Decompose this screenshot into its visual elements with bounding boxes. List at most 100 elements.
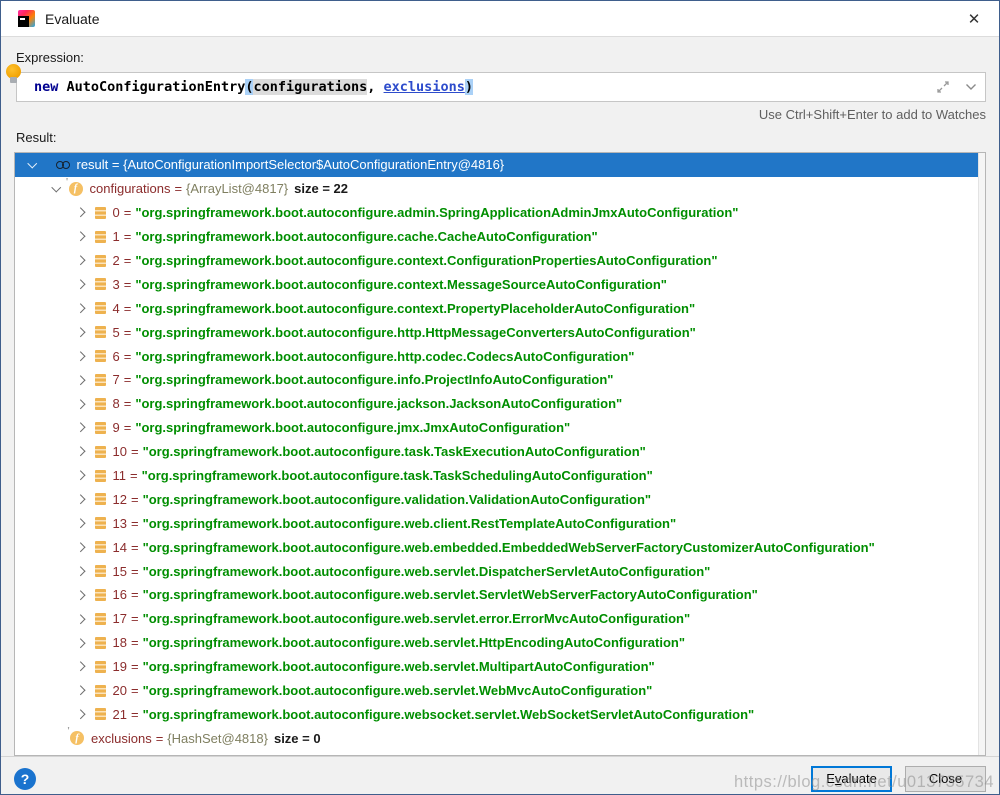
tree-item-row[interactable]: 19 = "org.springframework.boot.autoconfi… [15, 655, 978, 679]
item-value: "org.springframework.boot.autoconfigure.… [135, 229, 598, 245]
watch-result-icon [55, 160, 70, 169]
tree-item-row[interactable]: 21 = "org.springframework.boot.autoconfi… [15, 702, 978, 726]
tree-item-row[interactable]: 6 = "org.springframework.boot.autoconfig… [15, 344, 978, 368]
tree-item-row[interactable]: 8 = "org.springframework.boot.autoconfig… [15, 392, 978, 416]
tree-item-row[interactable]: 20 = "org.springframework.boot.autoconfi… [15, 679, 978, 703]
item-index: 4 [112, 300, 120, 316]
tree-item-row[interactable]: 10 = "org.springframework.boot.autoconfi… [15, 440, 978, 464]
item-index: 0 [112, 205, 120, 221]
array-element-icon [94, 445, 106, 458]
tree-item-row[interactable]: 4 = "org.springframework.boot.autoconfig… [15, 296, 978, 320]
tree-row-exclusions[interactable]: f exclusions = {HashSet@4818} size = 0 [15, 725, 978, 750]
chevron-right-icon[interactable] [75, 494, 85, 505]
item-index: 19 [112, 659, 127, 675]
tree-item-row[interactable]: 18 = "org.springframework.boot.autoconfi… [15, 631, 978, 655]
expr-class-name: AutoConfigurationEntry [66, 79, 246, 95]
expr-arg-exclusions[interactable]: exclusions [384, 79, 465, 95]
equals-sign: = [130, 515, 139, 531]
chevron-right-icon[interactable] [75, 375, 85, 385]
item-index: 6 [112, 348, 120, 364]
equals-sign: = [123, 300, 132, 316]
title-bar: Evaluate ✕ [1, 1, 999, 37]
tree-item-row[interactable]: 14 = "org.springframework.boot.autoconfi… [15, 535, 978, 559]
watches-hint: Use Ctrl+Shift+Enter to add to Watches [758, 107, 986, 122]
array-element-icon [94, 588, 106, 601]
chevron-right-icon[interactable] [75, 542, 85, 552]
array-element-icon [94, 302, 106, 315]
chevron-right-icon[interactable] [75, 685, 85, 696]
item-value: "org.springframework.boot.autoconfigure.… [135, 396, 623, 412]
item-index: 7 [112, 372, 120, 388]
chevron-right-icon[interactable] [75, 518, 85, 528]
equals-sign: = [123, 324, 132, 340]
tree-item-row[interactable]: 0 = "org.springframework.boot.autoconfig… [15, 201, 978, 225]
chevron-right-icon[interactable] [75, 208, 85, 218]
tree-item-row[interactable]: 1 = "org.springframework.boot.autoconfig… [15, 225, 978, 249]
field-size: size = 22 [294, 181, 348, 197]
chevron-right-icon[interactable] [75, 709, 85, 720]
array-element-icon [94, 660, 106, 673]
tree-item-row[interactable]: 3 = "org.springframework.boot.autoconfig… [15, 272, 978, 296]
expr-keyword: new [34, 79, 59, 95]
item-value: "org.springframework.boot.autoconfigure.… [142, 491, 652, 507]
tree-item-row[interactable]: 5 = "org.springframework.boot.autoconfig… [15, 320, 978, 344]
chevron-right-icon[interactable] [75, 447, 85, 457]
field-name: exclusions [91, 730, 152, 746]
chevron-down-icon[interactable] [51, 182, 61, 192]
field-size: size = 0 [273, 730, 321, 746]
help-icon[interactable]: ? [14, 767, 36, 790]
equals-sign: = [123, 205, 132, 221]
chevron-right-icon[interactable] [75, 279, 85, 289]
chevron-right-icon[interactable] [75, 327, 85, 337]
chevron-down-icon[interactable] [27, 158, 37, 169]
expand-editor-icon[interactable] [937, 81, 949, 93]
array-element-icon [94, 469, 106, 482]
array-element-icon [94, 326, 106, 339]
history-dropdown-icon[interactable] [965, 83, 977, 91]
tree-item-row[interactable]: 13 = "org.springframework.boot.autoconfi… [15, 511, 978, 535]
window-close-icon[interactable]: ✕ [959, 5, 989, 33]
chevron-right-icon[interactable] [75, 470, 85, 481]
evaluate-button[interactable]: Ev aluate [811, 765, 892, 792]
array-element-icon [94, 636, 106, 649]
item-index: 17 [112, 611, 127, 627]
tree-row-result[interactable]: result = {AutoConfigurationImportSelecto… [15, 153, 978, 177]
item-index: 18 [112, 635, 127, 651]
chevron-right-icon[interactable] [75, 590, 85, 600]
tree-item-row[interactable]: 15 = "org.springframework.boot.autoconfi… [15, 559, 978, 583]
tree-row-configurations[interactable]: f configurations = {ArrayList@4817} size… [15, 176, 978, 201]
item-value: "org.springframework.boot.autoconfigure.… [142, 706, 755, 722]
tree-item-row[interactable]: 11 = "org.springframework.boot.autoconfi… [15, 464, 978, 488]
equals-sign: = [123, 396, 132, 412]
tree-item-row[interactable]: 16 = "org.springframework.boot.autoconfi… [15, 583, 978, 607]
tree-scrollbar[interactable] [978, 153, 985, 755]
close-button[interactable]: Close [905, 765, 986, 792]
chevron-right-icon[interactable] [75, 423, 85, 433]
chevron-right-icon[interactable] [75, 614, 85, 624]
tree-item-row[interactable]: 7 = "org.springframework.boot.autoconfig… [15, 368, 978, 392]
expr-space [58, 79, 66, 95]
tree-item-row[interactable]: 17 = "org.springframework.boot.autoconfi… [15, 607, 978, 631]
expr-close-paren: ) [464, 79, 473, 95]
tree-item-row[interactable]: 2 = "org.springframework.boot.autoconfig… [15, 249, 978, 273]
chevron-right-icon[interactable] [75, 303, 85, 313]
expression-combo-wrap: new AutoConfigurationEntry(configuration… [6, 64, 986, 102]
tree-item-row[interactable]: 9 = "org.springframework.boot.autoconfig… [15, 416, 978, 440]
chevron-right-icon[interactable] [75, 662, 85, 672]
chevron-right-icon[interactable] [75, 351, 85, 361]
chevron-right-icon[interactable] [75, 566, 85, 576]
item-value: "org.springframework.boot.autoconfigure.… [142, 563, 711, 579]
chevron-right-icon[interactable] [75, 232, 85, 242]
equals-sign: = [130, 539, 139, 555]
equals-sign: = [123, 420, 132, 436]
evaluate-dialog: Evaluate ✕ Expression: new AutoConfigura… [0, 0, 1000, 795]
footer-bar: ? Ev aluate Close https://blog.csdn.net/u… [1, 756, 999, 794]
tree-item-row[interactable]: 12 = "org.springframework.boot.autoconfi… [15, 487, 978, 511]
expression-input[interactable]: new AutoConfigurationEntry(configuration… [16, 72, 986, 102]
chevron-right-icon[interactable] [75, 399, 85, 409]
item-value: "org.springframework.boot.autoconfigure.… [142, 587, 758, 603]
intention-bulb-icon[interactable] [6, 64, 21, 83]
chevron-right-icon[interactable] [75, 255, 85, 266]
field-icon: f [67, 725, 84, 746]
chevron-right-icon[interactable] [75, 638, 85, 648]
